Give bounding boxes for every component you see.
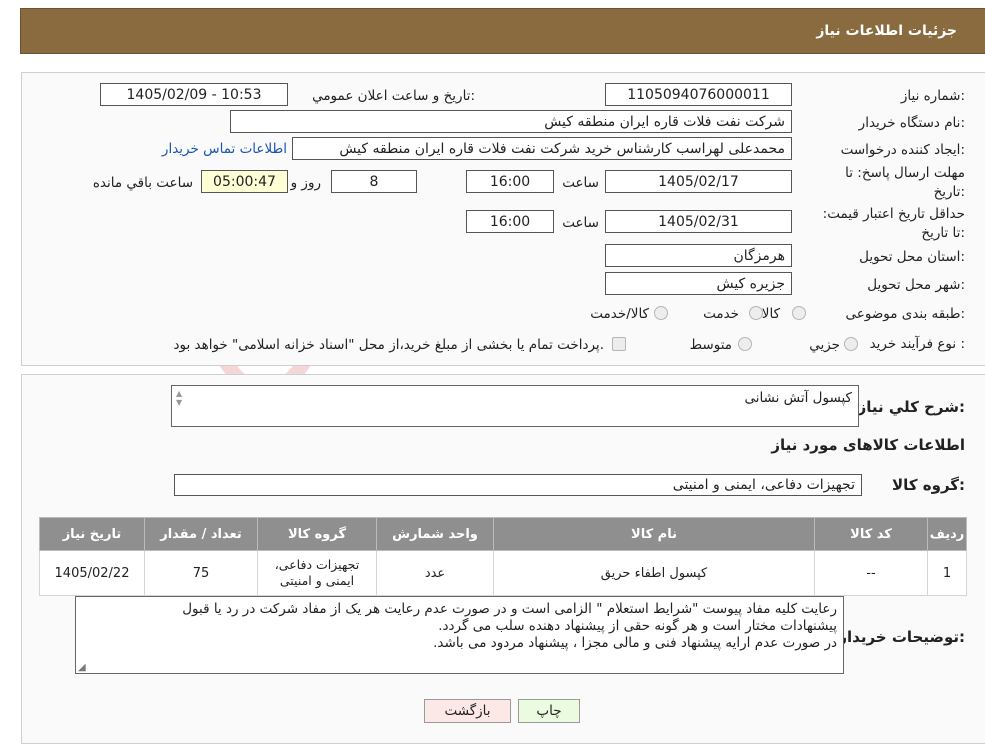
print-button[interactable]: چاپ xyxy=(518,699,580,723)
announce-field: 1405/02/09 - 10:53 xyxy=(100,83,288,106)
process-option-medium: متوسط xyxy=(689,337,732,353)
cell-code: -- xyxy=(814,550,928,596)
creator-field: محمدعلی لهراسب کارشناس خرید شرکت نفت فلا… xyxy=(292,137,792,160)
category-option-goods-service: کالا/خدمت xyxy=(590,306,649,322)
process-option-minor: جزيي xyxy=(809,337,840,353)
announce-label: تاریخ و ساعت اعلان عمومي: xyxy=(312,88,475,104)
validity-time-field: 16:00 xyxy=(466,210,554,233)
city-label: شهر محل تحویل: xyxy=(867,277,965,293)
cell-unit: عدد xyxy=(376,550,494,596)
category-option-service: خدمت xyxy=(703,306,739,322)
page-header: جزئیات اطلاعات نیاز xyxy=(20,8,985,54)
col-name: نام کالا xyxy=(493,517,815,551)
resize-grip-icon[interactable]: ◢ xyxy=(78,662,86,673)
description-field[interactable]: کپسول آتش نشانی xyxy=(171,385,859,427)
col-code: کد کالا xyxy=(814,517,928,551)
goods-group-field: تجهیزات دفاعی، ایمنی و امنیتی xyxy=(174,474,862,496)
days-field: 8 xyxy=(331,170,417,193)
col-qty: تعداد / مقدار xyxy=(144,517,258,551)
col-date: تاریخ نیاز xyxy=(39,517,145,551)
col-row: ردیف xyxy=(927,517,967,551)
cell-name: کپسول اطفاء حریق xyxy=(493,550,815,596)
deadline-label: مهلت ارسال پاسخ: تا تاریخ: xyxy=(845,165,965,200)
goods-group-label: گروه کالا: xyxy=(892,476,965,494)
process-note: پرداخت تمام یا بخشی از مبلغ خرید،از محل … xyxy=(173,337,604,353)
remaining-label: ساعت باقي مانده xyxy=(92,175,193,191)
table-header-row: ردیف کد کالا نام کالا واحد شمارش گروه کا… xyxy=(39,517,967,551)
need-number-field: 1105094076000011 xyxy=(605,83,792,106)
col-group: گروه کالا xyxy=(257,517,377,551)
deadline-time-label: ساعت xyxy=(562,175,599,191)
col-unit: واحد شمارش xyxy=(376,517,494,551)
need-number-label: شماره نیاز: xyxy=(900,88,965,104)
description-spinner-icon[interactable]: ▲ ▼ xyxy=(176,389,186,409)
buyer-contact-link[interactable]: اطلاعات تماس خریدار xyxy=(162,141,287,157)
cell-qty: 75 xyxy=(144,550,258,596)
category-radio-goods[interactable] xyxy=(792,306,806,320)
category-label: طبقه بندی موضوعی: xyxy=(845,306,965,322)
validity-date-field: 1405/02/31 xyxy=(605,210,792,233)
process-checkbox-treasury[interactable] xyxy=(612,337,626,351)
buyer-notes-field[interactable]: رعایت کلیه مفاد پیوست "شرایط استعلام " ا… xyxy=(75,596,844,674)
back-button[interactable]: بازگشت xyxy=(424,699,511,723)
cell-row: 1 xyxy=(927,550,967,596)
buyer-notes-line-2: پیشنهادات مختار است و هر گونه حقی از پیش… xyxy=(438,618,837,634)
page-title: جزئیات اطلاعات نیاز xyxy=(816,23,957,39)
creator-label: ایجاد کننده درخواست: xyxy=(840,142,965,158)
process-label: نوع فرآیند خرید : xyxy=(869,336,965,352)
province-field: هرمزگان xyxy=(605,244,792,267)
days-label: روز و xyxy=(290,175,321,191)
buyer-notes-line-3: در صورت عدم ارایه پیشنهاد فنی و مالی مجز… xyxy=(433,635,837,651)
process-radio-medium[interactable] xyxy=(738,337,752,351)
cell-date: 1405/02/22 xyxy=(39,550,145,596)
buyer-notes-label: توضیحات خریدار: xyxy=(838,628,965,646)
province-label: استان محل تحویل: xyxy=(859,249,965,265)
city-field: جزیره کیش xyxy=(605,272,792,295)
buyer-notes-line-1: رعایت کلیه مفاد پیوست "شرایط استعلام " ا… xyxy=(182,601,837,617)
description-label: شرح كلي نياز: xyxy=(857,398,965,416)
goods-info-title: اطلاعات کالاهای مورد نیاز xyxy=(771,436,965,454)
description-text: کپسول آتش نشانی xyxy=(744,390,852,406)
validity-time-label: ساعت xyxy=(562,215,599,231)
deadline-time-field: 16:00 xyxy=(466,170,554,193)
category-radio-service[interactable] xyxy=(749,306,763,320)
cell-group: تجهیزات دفاعی، ایمنی و امنیتی xyxy=(257,550,377,596)
items-table: ردیف کد کالا نام کالا واحد شمارش گروه کا… xyxy=(39,517,967,596)
remaining-time-field: 05:00:47 xyxy=(201,170,288,193)
table-row: 1 -- کپسول اطفاء حریق عدد تجهیزات دفاعی،… xyxy=(39,550,967,596)
category-option-goods: کالا xyxy=(761,306,780,322)
buyer-field: شرکت نفت فلات قاره ایران منطقه کیش xyxy=(230,110,792,133)
validity-label: حداقل تاریخ اعتبار قیمت: تا تاریخ: xyxy=(822,206,965,241)
buyer-label: نام دستگاه خریدار: xyxy=(858,115,965,131)
deadline-date-field: 1405/02/17 xyxy=(605,170,792,193)
process-radio-minor[interactable] xyxy=(844,337,858,351)
category-radio-goods-service[interactable] xyxy=(654,306,668,320)
